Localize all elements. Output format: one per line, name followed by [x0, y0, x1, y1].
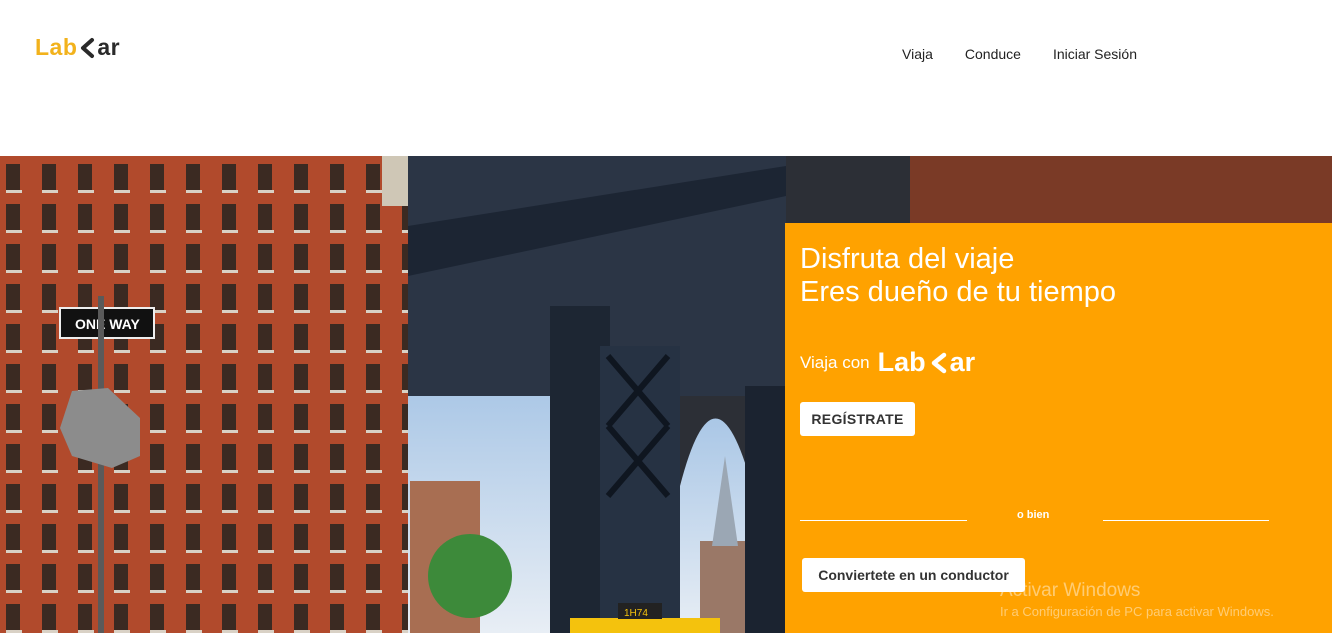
- one-way-sign-text: ONE WAY: [75, 316, 140, 332]
- nav-item-viaja[interactable]: Viaja: [902, 46, 933, 62]
- site-header: Lab ar Viaja Conduce Iniciar Sesión: [0, 0, 1332, 156]
- nav-item-conduce[interactable]: Conduce: [965, 46, 1021, 62]
- brand-logo[interactable]: Lab ar: [35, 34, 120, 61]
- ride-with-brand: Viaja con Lab ar: [800, 347, 975, 378]
- signup-card: Disfruta del viaje Eres dueño de tu tiem…: [785, 223, 1332, 633]
- register-button[interactable]: REGÍSTRATE: [800, 402, 915, 436]
- watermark-title: Activar Windows: [1000, 580, 1141, 601]
- nav-item-login[interactable]: Iniciar Sesión: [1053, 46, 1137, 62]
- main-nav: Viaja Conduce Iniciar Sesión: [902, 46, 1169, 62]
- headline-line-1: Disfruta del viaje: [800, 243, 1015, 275]
- brand-logo-inline: Lab ar: [878, 347, 976, 378]
- hero-headline: Disfruta del viaje Eres dueño de tu tiem…: [800, 243, 1116, 309]
- divider-right: [1103, 520, 1269, 521]
- chevron-left-icon: [81, 37, 95, 58]
- logo-text-ar-inline: ar: [949, 347, 976, 377]
- watermark-subtitle: Ir a Configuración de PC para activar Wi…: [1000, 604, 1274, 619]
- taxi-number-text: 1H74: [624, 608, 648, 619]
- headline-line-2: Eres dueño de tu tiempo: [800, 276, 1116, 308]
- logo-text-lab-inline: Lab: [877, 347, 926, 377]
- or-separator-text: o bien: [1017, 509, 1050, 521]
- logo-text-ar: ar: [97, 34, 121, 60]
- logo-text-lab: Lab: [35, 34, 78, 60]
- windows-activation-watermark: Activar Windows Ir a Configuración de PC…: [1000, 580, 1274, 619]
- become-driver-button[interactable]: Conviertete en un conductor: [802, 558, 1025, 592]
- divider-left: [800, 520, 967, 521]
- chevron-left-icon: [931, 352, 946, 373]
- ride-prefix: Viaja con: [800, 352, 870, 372]
